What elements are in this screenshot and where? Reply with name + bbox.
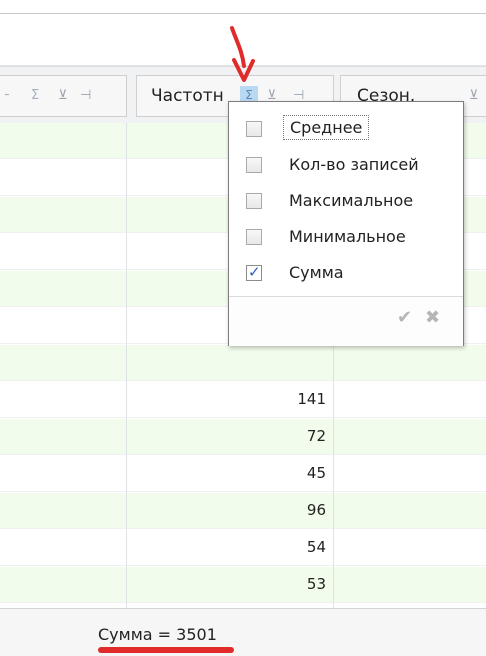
table-row[interactable]: 45 [0,456,486,492]
aggregate-option-label: Максимальное [289,191,414,210]
table-row[interactable]: 53 [0,567,486,603]
table-row[interactable]: 96 [0,493,486,529]
red-underline-annotation [98,647,234,653]
aggregate-option[interactable]: Среднее [229,112,463,148]
frequency-cell: 53 [306,575,326,593]
frequency-cell: 96 [306,501,326,519]
table-row[interactable]: 72 [0,419,486,455]
aggregate-option-label: Кол-во записей [289,155,419,174]
aggregate-checkbox[interactable] [246,193,262,209]
aggregate-checkbox[interactable]: ✓ [246,263,262,281]
aggregate-option-label: Сумма [289,263,344,282]
aggregate-option-label: Среднее [283,115,370,140]
column-divider [126,123,127,608]
aggregate-option[interactable]: Минимальное [229,220,463,256]
aggregate-option[interactable]: Кол-во записей [229,148,463,184]
aggregate-option[interactable]: ✓ Сумма [229,256,463,292]
table-row[interactable]: 141 [0,382,486,418]
apply-check-icon[interactable]: ✔ [397,307,412,328]
dropdown-footer: ✔ ✖ [229,296,463,346]
grid-footer: Сумма = 3501 [0,608,486,656]
frequency-cell: 141 [297,390,326,408]
aggregate-checkbox[interactable] [246,121,262,137]
frequency-cell: 72 [306,427,326,445]
aggregate-option[interactable]: Максимальное [229,184,463,220]
table-row[interactable]: 54 [0,530,486,566]
aggregate-option-label: Минимальное [289,227,406,246]
aggregate-checkbox[interactable] [246,157,262,173]
checkmark-icon: ✓ [248,263,261,281]
aggregate-checkbox[interactable] [246,229,262,245]
table-row[interactable] [0,345,486,381]
cancel-x-icon[interactable]: ✖ [425,307,440,328]
summary-total: Сумма = 3501 [98,625,217,644]
frequency-cell: 54 [306,538,326,556]
frequency-cell: 45 [306,464,326,482]
aggregate-dropdown: ✔ ✖ Среднее Кол-во записей Максимальное Мин… [228,101,464,346]
